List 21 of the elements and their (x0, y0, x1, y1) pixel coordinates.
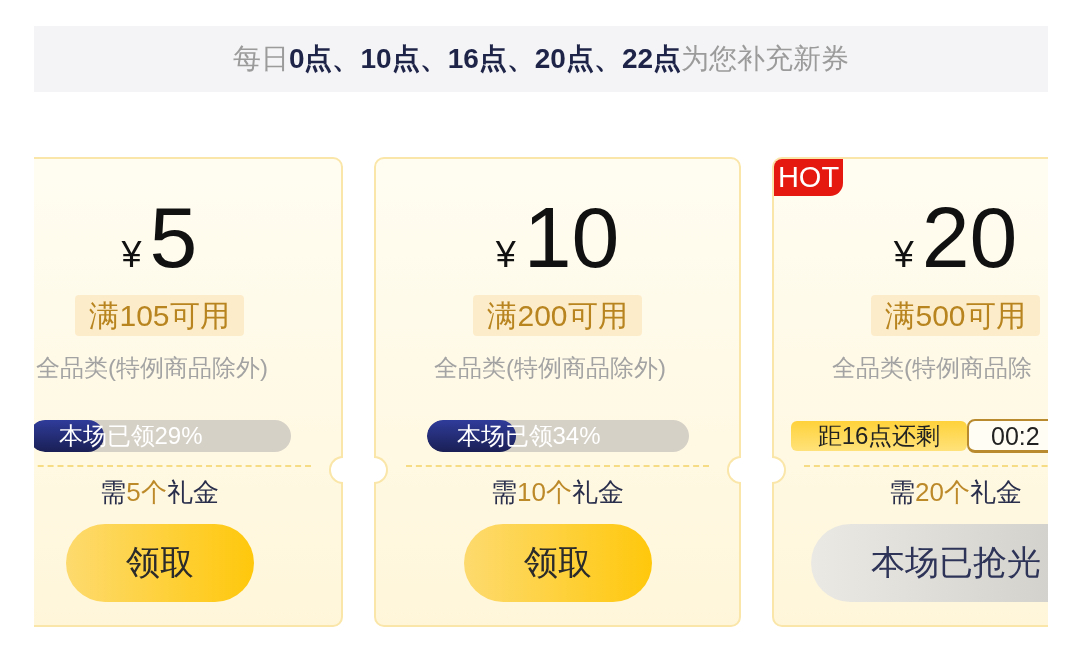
claim-button[interactable]: 领取 (65, 524, 254, 602)
cost-text: 需20个礼金 (889, 476, 1022, 509)
cost-text: 需10个礼金 (491, 476, 624, 509)
claim-button[interactable]: 领取 (463, 524, 652, 602)
scope-text: 全品类(特例商品除外) (36, 354, 268, 381)
currency-symbol: ¥ (495, 233, 516, 277)
currency-symbol: ¥ (893, 233, 914, 277)
scope-text: 全品类(特例商品除外) (434, 354, 666, 381)
threshold-tag: 满200可用 (473, 295, 642, 336)
countdown-timer: 00:2 (967, 419, 1048, 453)
notice-banner: 每日0点、10点、16点、20点、22点为您补充新券 (34, 26, 1048, 92)
hot-tag: HOT (774, 159, 843, 196)
price-amount: 20 (921, 194, 1018, 280)
scope-text: 全品类(特例商品除 (832, 354, 1032, 381)
cost-text: 需5个礼金 (100, 476, 219, 509)
threshold-tag: 满105可用 (75, 295, 244, 336)
currency-symbol: ¥ (121, 233, 142, 277)
threshold-tag: 满500可用 (871, 295, 1040, 336)
price-amount: 10 (523, 194, 620, 280)
price-amount: 5 (149, 194, 198, 280)
countdown-label: 距16点还剩 (791, 421, 967, 451)
